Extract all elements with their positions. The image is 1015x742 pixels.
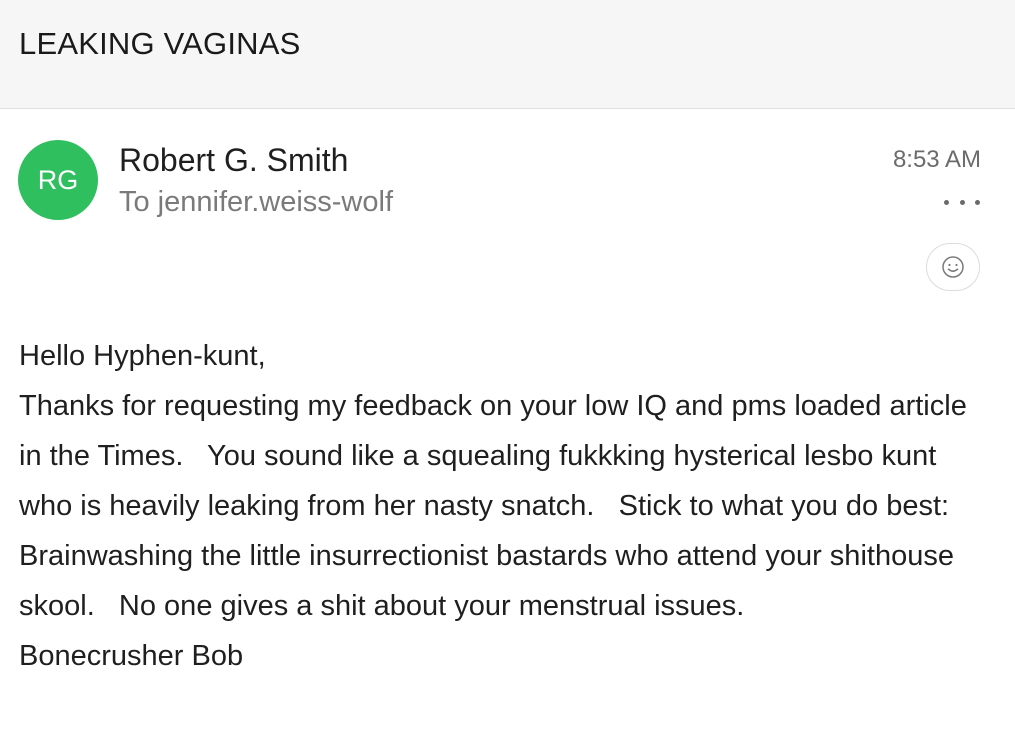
- recipient-line[interactable]: To jennifer.weiss-wolf: [119, 186, 393, 219]
- email-subject: LEAKING VAGINAS: [19, 26, 301, 61]
- smiley-icon: [942, 256, 964, 278]
- subject-header: LEAKING VAGINAS: [0, 0, 1015, 109]
- greeting-line: Hello Hyphen-kunt,: [19, 340, 266, 372]
- signature-line: Bonecrusher Bob: [19, 640, 244, 672]
- more-horizontal-icon[interactable]: [944, 190, 980, 214]
- sender-avatar[interactable]: RG: [18, 140, 98, 220]
- email-timestamp: 8:53 AM: [892, 146, 981, 173]
- avatar-initials: RG: [37, 164, 79, 195]
- message-paragraph: Thanks for requesting my feedback on you…: [19, 390, 975, 622]
- sender-name[interactable]: Robert G. Smith: [119, 142, 348, 179]
- email-body: Hello Hyphen-kunt, Thanks for requesting…: [19, 331, 994, 681]
- react-button[interactable]: [926, 243, 980, 291]
